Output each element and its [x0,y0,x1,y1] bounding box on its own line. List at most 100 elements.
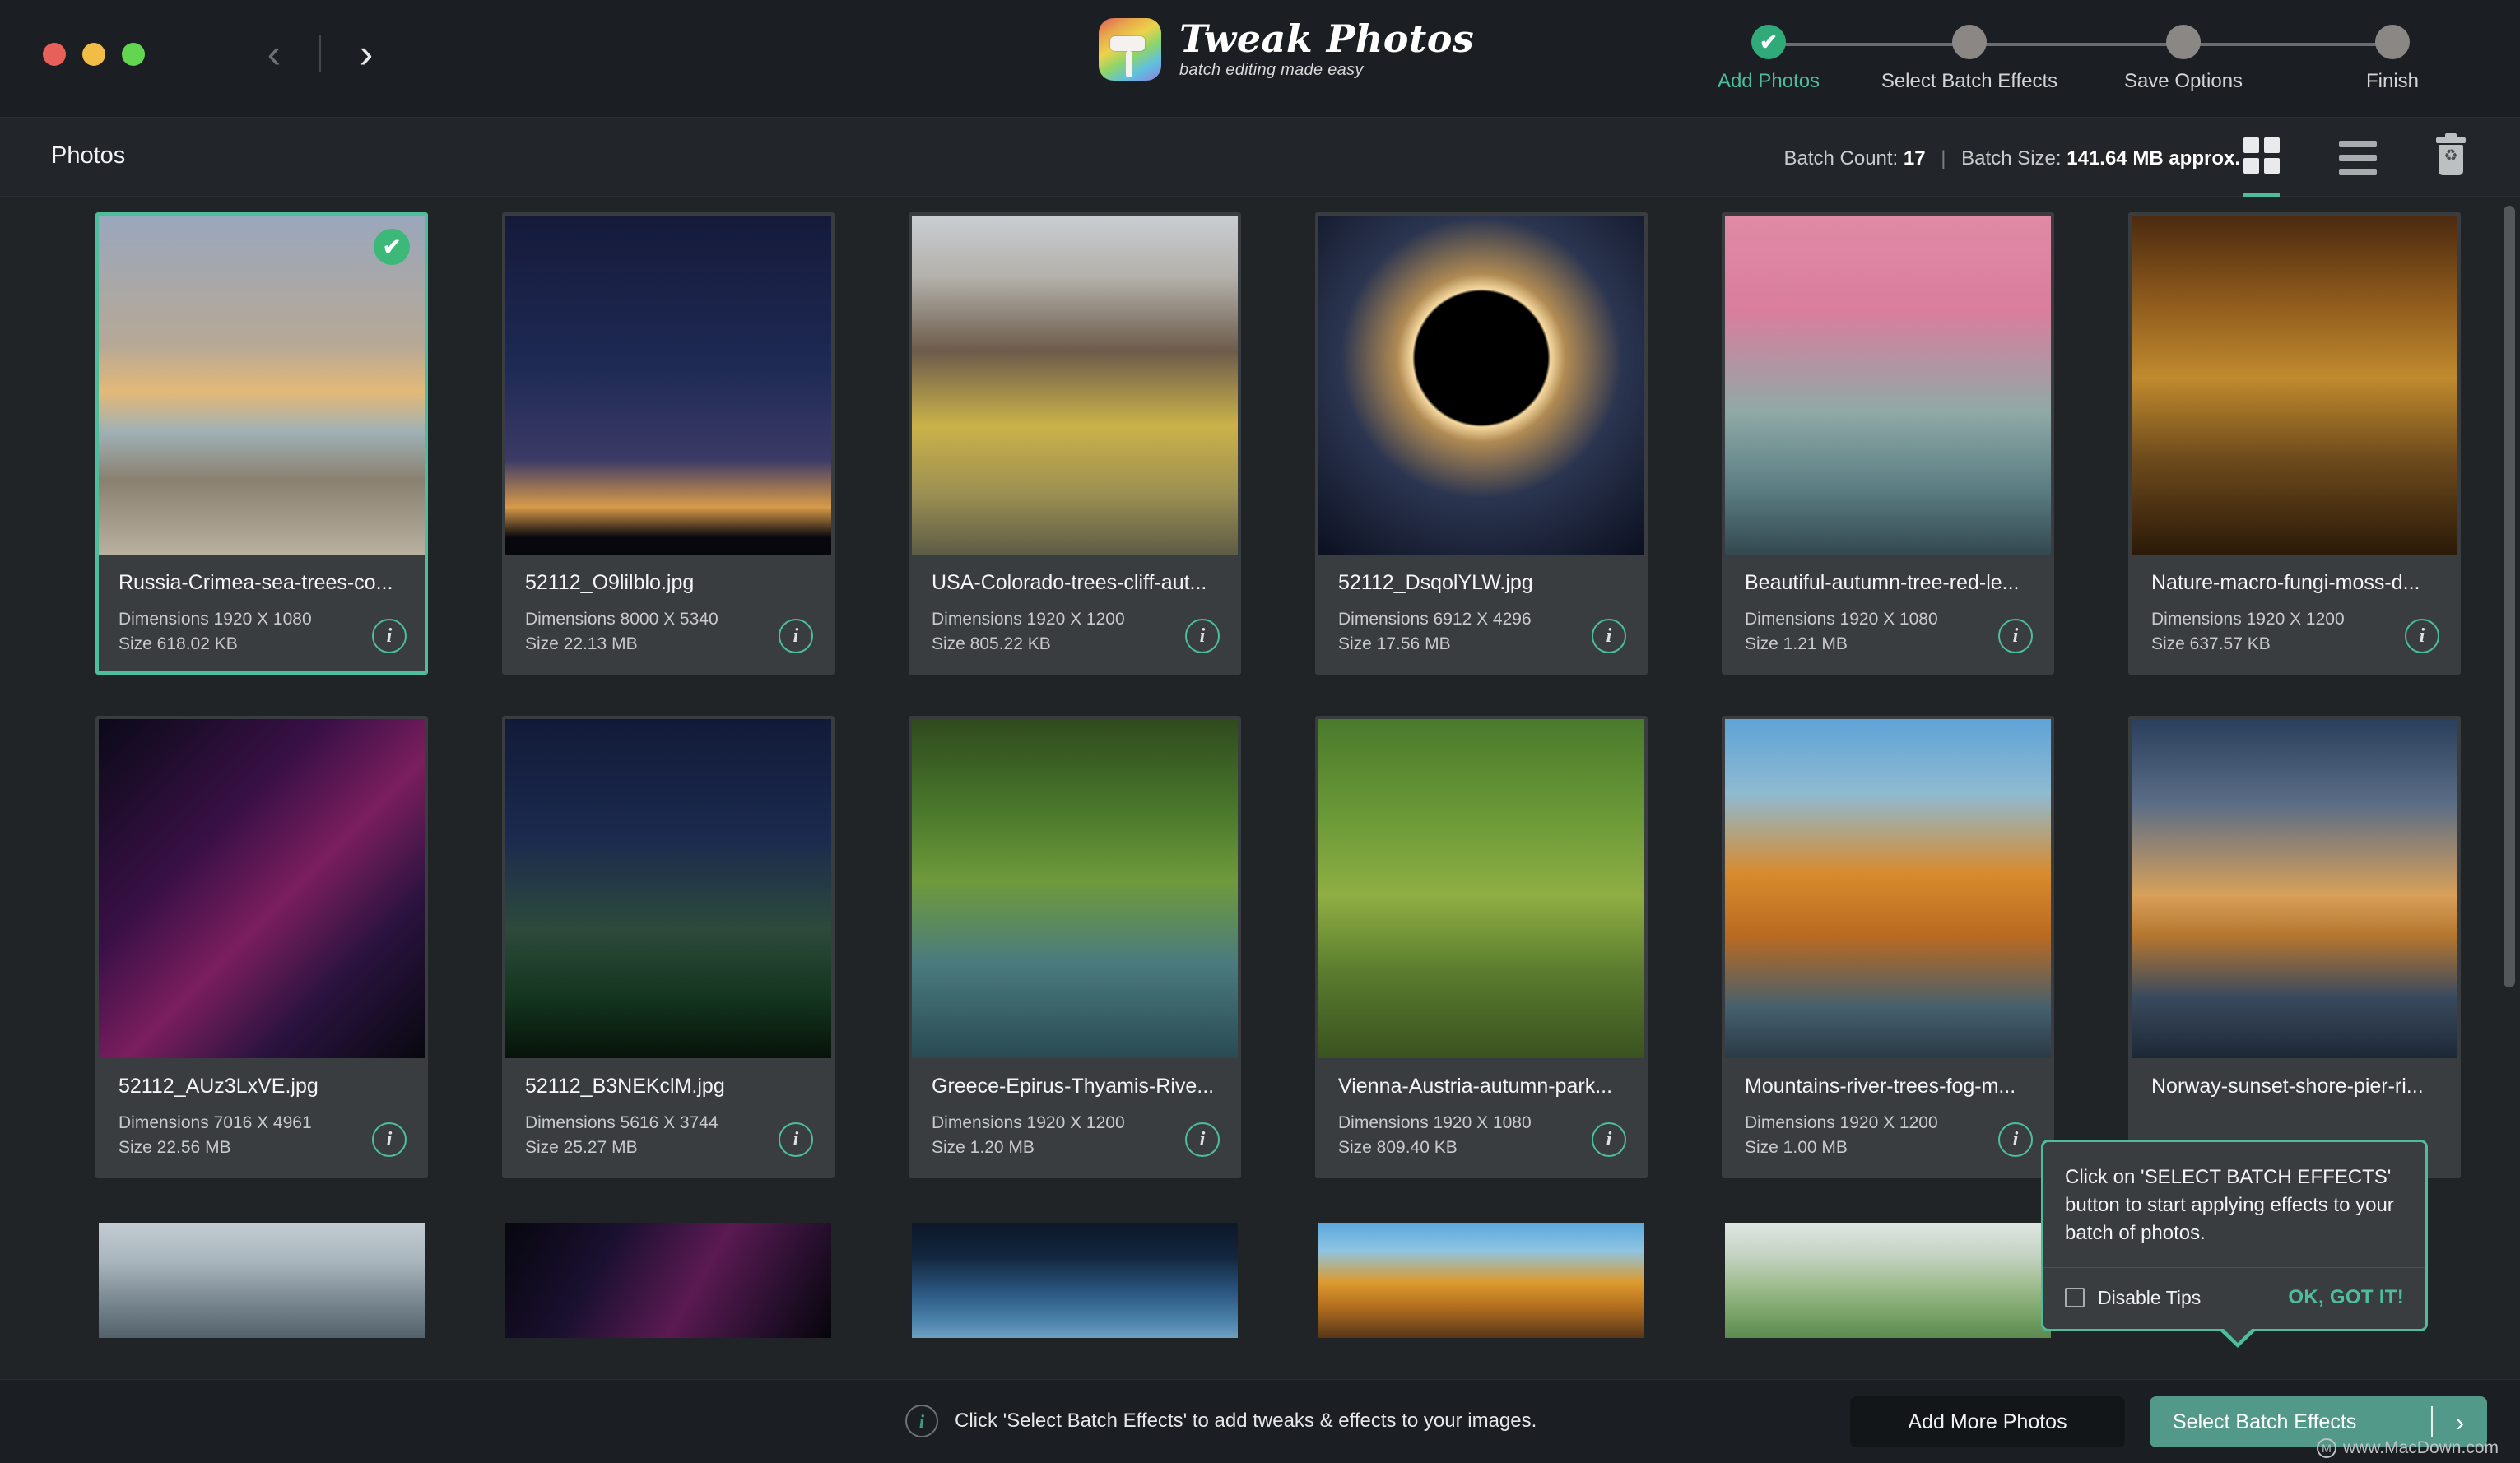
photo-info-button[interactable]: i [1592,619,1626,653]
photo-thumbnail[interactable] [912,1223,1238,1338]
step-select-batch-effects[interactable]: Select Batch Effects [1875,25,2064,93]
photo-meta: Mountains-river-trees-fog-m... Dimension… [1725,1058,2051,1175]
photo-dimensions: Dimensions 8000 X 5340 [525,610,718,629]
grid-view-button[interactable] [2243,137,2281,198]
photo-info-button[interactable]: i [779,1122,813,1157]
photo-card[interactable]: Mountains-river-trees-fog-m... Dimension… [1722,716,2054,1178]
photo-thumbnail[interactable] [2132,719,2457,1058]
photo-thumbnail[interactable] [1318,1223,1644,1338]
step-label-add-photos: Add Photos [1717,70,1820,92]
photo-thumbnail[interactable] [99,719,425,1058]
photo-card[interactable]: Beautiful-autumn-tree-red-le... Dimensio… [1722,212,2054,675]
photo-card[interactable] [1722,1219,2054,1341]
selected-check-icon: ✔ [374,229,410,265]
tip-message: Click on 'SELECT BATCH EFFECTS' button t… [2065,1166,2394,1245]
photo-card[interactable]: Norway-sunset-shore-pier-ri... [2128,716,2461,1178]
photo-thumbnail[interactable] [1725,1223,2051,1338]
photo-dimensions: Dimensions 1920 X 1080 [119,610,312,629]
button-divider [2431,1406,2433,1437]
step-dot-finish [2375,25,2410,59]
photo-card[interactable]: 52112_O9lilblo.jpg Dimensions 8000 X 534… [502,212,835,675]
photo-thumbnail[interactable] [2132,216,2457,555]
vertical-scrollbar[interactable] [2500,201,2517,1372]
app-logo: Tweak Photos batch editing made easy [1099,18,1474,81]
photo-card[interactable]: 52112_B3NEKclM.jpg Dimensions 5616 X 374… [502,716,835,1178]
photo-size: Size 809.40 KB [1338,1138,1458,1158]
back-chevron-icon[interactable]: ‹ [247,26,301,81]
photo-thumbnail[interactable] [505,719,831,1058]
photo-thumbnail[interactable] [1318,719,1644,1058]
app-title: Tweak Photos [1179,16,1475,61]
photo-card[interactable] [909,1219,1241,1341]
photo-card[interactable]: ✔ Russia-Crimea-sea-trees-co... Dimensio… [95,212,428,675]
photo-thumbnail[interactable]: ✔ [99,216,425,555]
tip-pointer-arrow [2218,1327,2257,1349]
photo-info-button[interactable]: i [1998,619,2033,653]
batch-size-label: Batch Size: [1961,147,2062,170]
page-title: Photos [51,142,126,169]
photo-card[interactable]: USA-Colorado-trees-cliff-aut... Dimensio… [909,212,1241,675]
photo-info-button[interactable]: i [2405,619,2439,653]
maximize-window-button[interactable] [122,43,145,66]
forward-chevron-icon[interactable]: › [339,26,393,81]
step-add-photos[interactable]: ✔ Add Photos [1674,25,1863,93]
photo-info-button[interactable]: i [372,1122,407,1157]
photo-thumbnail[interactable] [912,719,1238,1058]
photo-filename: Mountains-river-trees-fog-m... [1745,1075,2016,1098]
photo-info-button[interactable]: i [1998,1122,2033,1157]
delete-button[interactable] [2434,133,2472,185]
tip-ok-button[interactable]: OK, GOT IT! [2288,1286,2404,1309]
photo-filename: Greece-Epirus-Thyamis-Rive... [932,1075,1215,1098]
photo-card[interactable]: 52112_DsqolYLW.jpg Dimensions 6912 X 429… [1315,212,1648,675]
photo-card[interactable] [1315,1219,1648,1341]
disable-tips-label: Disable Tips [2098,1286,2202,1308]
step-dot-save-options [2166,25,2201,59]
scrollbar-thumb[interactable] [2504,206,2515,987]
photo-card[interactable]: Greece-Epirus-Thyamis-Rive... Dimensions… [909,716,1241,1178]
photo-thumbnail[interactable] [505,216,831,555]
bottom-bar: i Click 'Select Batch Effects' to add tw… [0,1379,2520,1463]
photo-thumbnail[interactable] [1318,216,1644,555]
add-more-photos-button[interactable]: Add More Photos [1850,1396,2125,1447]
photo-card[interactable]: Vienna-Austria-autumn-park... Dimensions… [1315,716,1648,1178]
step-save-options[interactable]: Save Options [2089,25,2278,93]
batch-count-label: Batch Count: [1783,147,1899,170]
photo-card[interactable] [502,1219,835,1341]
close-window-button[interactable] [43,43,66,66]
photo-info-button[interactable]: i [1185,619,1220,653]
photo-info-button[interactable]: i [1185,1122,1220,1157]
disable-tips-checkbox[interactable] [2065,1288,2085,1308]
content-subheader: Photos Batch Count: 17 | Batch Size: 141… [0,118,2520,198]
photo-info-button[interactable]: i [1592,1122,1626,1157]
photo-info-button[interactable]: i [372,619,407,653]
photo-size: Size 1.00 MB [1745,1138,1848,1158]
batch-count-value: 17 [1903,147,1926,170]
photo-thumbnail[interactable] [1725,216,2051,555]
list-view-button[interactable] [2339,137,2377,185]
photo-info-button[interactable]: i [779,619,813,653]
batch-summary-separator: | [1941,147,1946,170]
photo-thumbnail[interactable] [99,1223,425,1338]
disable-tips-control[interactable]: Disable Tips [2065,1287,2201,1309]
photo-card[interactable]: 52112_AUz3LxVE.jpg Dimensions 7016 X 496… [95,716,428,1178]
window-controls [43,43,145,66]
photo-size: Size 1.20 MB [932,1138,1035,1158]
step-label-finish: Finish [2365,70,2420,92]
photo-card[interactable]: Nature-macro-fungi-moss-d... Dimensions … [2128,212,2461,675]
photo-thumbnail[interactable] [912,216,1238,555]
photo-filename: 52112_B3NEKclM.jpg [525,1075,725,1098]
batch-summary: Batch Count: 17 | Batch Size: 141.64 MB … [1783,147,2240,170]
photo-card[interactable] [95,1219,428,1341]
check-icon: ✔ [1760,30,1778,54]
photo-dimensions: Dimensions 1920 X 1200 [1745,1113,1938,1132]
step-finish[interactable]: Finish [2298,25,2487,93]
tip-footer: Disable Tips OK, GOT IT! [2043,1268,2425,1329]
photo-meta: Nature-macro-fungi-moss-d... Dimensions … [2132,555,2457,671]
photo-thumbnail[interactable] [505,1223,831,1338]
photo-dimensions: Dimensions 5616 X 3744 [525,1113,718,1132]
minimize-window-button[interactable] [82,43,105,66]
title-bar: ‹ › Tweak Photos batch editing made easy… [0,0,2520,118]
photo-thumbnail[interactable] [1725,719,2051,1058]
photo-filename: 52112_AUz3LxVE.jpg [119,1075,318,1098]
photo-meta: 52112_DsqolYLW.jpg Dimensions 6912 X 429… [1318,555,1644,671]
